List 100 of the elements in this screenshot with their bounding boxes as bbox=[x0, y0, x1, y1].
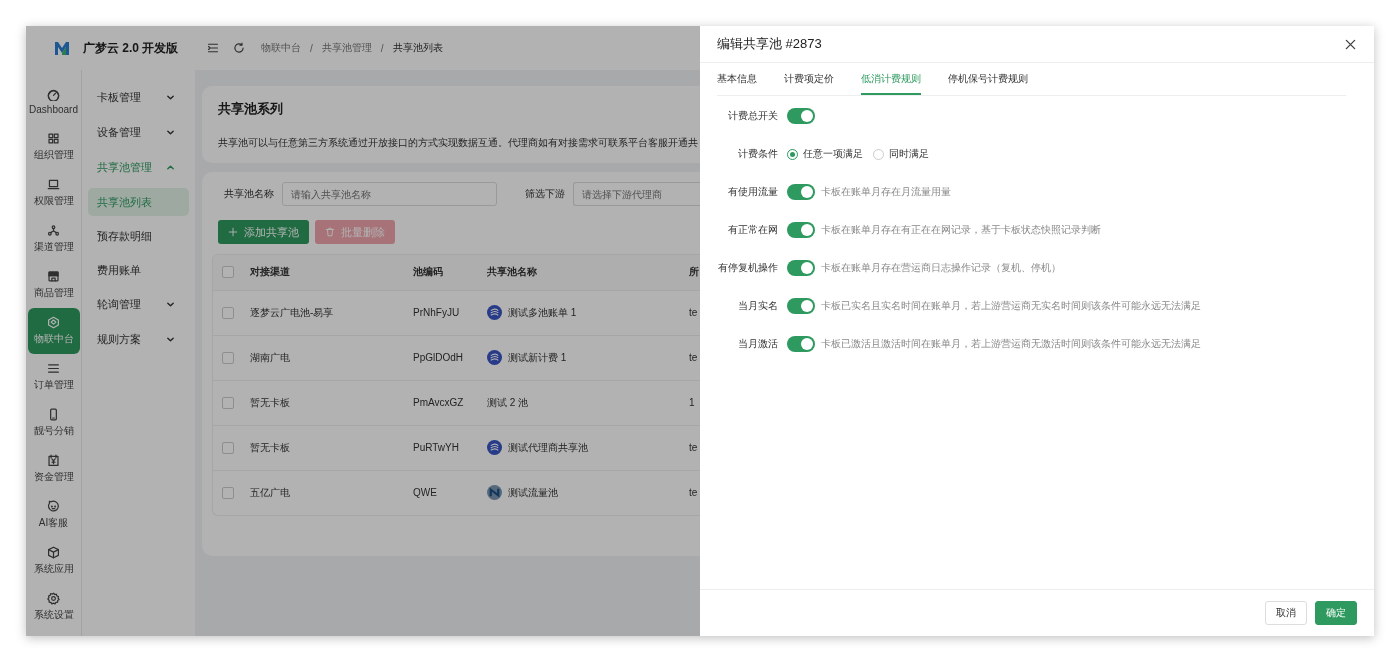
nav-item[interactable]: 渠道管理 bbox=[27, 216, 80, 262]
table-cell: te bbox=[689, 307, 698, 318]
nav-item[interactable]: 权限管理 bbox=[27, 170, 80, 216]
hint-text: 卡板在账单月存在营运商日志操作记录（复机、停机） bbox=[821, 261, 1061, 275]
store-icon bbox=[47, 270, 60, 283]
chevron-icon bbox=[166, 335, 175, 344]
phone-icon bbox=[47, 408, 60, 421]
table-cell: 测试流量池 bbox=[508, 485, 558, 500]
checkbox[interactable] bbox=[222, 441, 234, 454]
toggle-switch[interactable] bbox=[787, 108, 815, 124]
chevron-icon bbox=[166, 300, 175, 309]
option-label[interactable]: 任意一项满足 bbox=[803, 147, 863, 161]
menu-item[interactable]: 预存款明细 bbox=[88, 222, 189, 250]
table-cell: 测试 2 池 bbox=[487, 395, 529, 410]
field-label: 有使用流量 bbox=[727, 185, 778, 199]
bot-icon bbox=[47, 500, 60, 513]
toggle-switch[interactable] bbox=[787, 298, 815, 314]
chevron-icon bbox=[166, 163, 175, 172]
checkbox[interactable] bbox=[222, 486, 234, 499]
hint-text: 卡板在账单月存在月流量用量 bbox=[821, 185, 951, 199]
checkbox[interactable] bbox=[222, 351, 234, 364]
toggle-switch[interactable] bbox=[787, 184, 815, 200]
table-cell: te bbox=[689, 442, 698, 453]
cube-icon bbox=[47, 316, 60, 329]
toggle-switch[interactable] bbox=[787, 260, 815, 276]
confirm-button[interactable]: 确定 bbox=[1315, 601, 1357, 625]
toggle-switch[interactable] bbox=[787, 222, 815, 238]
menu-group[interactable]: 轮询管理 bbox=[88, 287, 189, 322]
hint-text: 卡板已实名且实名时间在账单月，若上游营运商无实名时间则该条件可能永远无法满足 bbox=[821, 299, 1201, 313]
field-label: 计费条件 bbox=[737, 147, 778, 161]
table-cell: 五亿广电 bbox=[250, 486, 290, 498]
tab[interactable]: 基本信息 bbox=[717, 63, 757, 95]
nav-item[interactable]: 靓号分销 bbox=[27, 400, 80, 446]
search-field[interactable]: 请输入共享池名称 bbox=[282, 182, 497, 206]
column-header: 对接渠道 bbox=[249, 255, 412, 290]
app-title: 广梦云 2.0 开发版 bbox=[83, 39, 179, 57]
table-cell: 测试新计费 1 bbox=[508, 350, 567, 365]
nav-item[interactable]: 系统设置 bbox=[27, 584, 80, 630]
refresh-icon bbox=[233, 42, 245, 54]
table-cell: te bbox=[689, 487, 698, 499]
field-label: 当月实名 bbox=[737, 299, 778, 313]
nav-item[interactable]: 商品管理 bbox=[27, 262, 80, 308]
nav-item[interactable]: AI客服 bbox=[27, 492, 80, 538]
nav-item[interactable]: 系统应用 bbox=[27, 538, 80, 584]
grid-icon bbox=[47, 132, 60, 145]
table-cell: PmAvcxGZ bbox=[413, 397, 464, 408]
drawer-title: 编辑共享池 #2873 bbox=[717, 35, 822, 53]
table-cell: PuRTwYH bbox=[413, 442, 459, 453]
table-cell: te bbox=[689, 352, 698, 363]
breadcrumb-link[interactable]: 物联中台 bbox=[261, 41, 301, 55]
table-cell: PpGlDOdH bbox=[413, 352, 463, 363]
tab[interactable]: 计费项定价 bbox=[784, 63, 834, 95]
chevron-icon bbox=[166, 93, 175, 102]
tab[interactable]: 低消计费规则 bbox=[861, 63, 921, 95]
table-cell: 湖南广电 bbox=[250, 351, 290, 363]
select-field[interactable]: 请选择下游代理商 bbox=[573, 182, 700, 206]
hint-text: 卡板在账单月存在有正在在网记录，基于卡板状态快照记录判断 bbox=[821, 223, 1101, 237]
checkbox[interactable] bbox=[222, 306, 234, 319]
hint-text: 卡板已激活且激活时间在账单月，若上游营运商无激活时间则该条件可能永远无法满足 bbox=[821, 337, 1201, 351]
section-title: 共享池系列 bbox=[218, 100, 284, 118]
column-header: 共享池名称 bbox=[486, 255, 688, 290]
menu-group[interactable]: 规则方案 bbox=[88, 322, 189, 357]
menu-group[interactable]: 卡板管理 bbox=[88, 80, 189, 115]
cancel-button[interactable]: 取消 bbox=[1265, 601, 1307, 625]
tab[interactable]: 停机保号计费规则 bbox=[948, 63, 1028, 95]
column-header: 所 bbox=[688, 255, 700, 290]
nav-item[interactable]: 资金管理 bbox=[27, 446, 80, 492]
description-text: 共享池可以与任意第三方系统通过开放接口的方式实现数据互通。代理商如有对接需求可联系平台客服开通共 bbox=[218, 136, 699, 150]
logo-icon bbox=[487, 485, 502, 501]
table-cell: 暂无卡板 bbox=[250, 441, 290, 453]
menu-item[interactable]: 费用账单 bbox=[88, 256, 189, 284]
gauge-icon bbox=[47, 87, 60, 101]
field-label: 有停复机操作 bbox=[717, 261, 778, 275]
table-cell: 测试多池账单 1 bbox=[508, 305, 577, 320]
table-cell: 逐梦云广电池-易享 bbox=[250, 306, 334, 318]
breadcrumb-separator: / bbox=[310, 42, 313, 54]
nav-item[interactable]: Dashboard bbox=[27, 78, 80, 124]
plus-icon bbox=[228, 227, 238, 237]
checkbox[interactable] bbox=[222, 396, 234, 409]
checkbox[interactable] bbox=[222, 266, 234, 279]
option-label[interactable]: 同时满足 bbox=[889, 147, 929, 161]
logo-icon bbox=[487, 350, 502, 365]
breadcrumb-link[interactable]: 共享池管理 bbox=[321, 41, 372, 55]
table-cell: 测试代理商共享池 bbox=[508, 440, 588, 455]
menu-group[interactable]: 设备管理 bbox=[88, 115, 189, 150]
breadcrumb-link[interactable]: 共享池列表 bbox=[392, 41, 443, 55]
field-label: 当月激活 bbox=[737, 337, 778, 351]
settings-icon bbox=[47, 592, 60, 605]
breadcrumb-separator: / bbox=[380, 42, 384, 54]
list-icon bbox=[47, 362, 60, 375]
nav-item[interactable]: 订单管理 bbox=[27, 354, 80, 400]
table-cell: PrNhFyJU bbox=[413, 307, 460, 318]
field-label: 计费总开关 bbox=[727, 109, 778, 123]
nodes-icon bbox=[47, 224, 60, 237]
calendar-icon bbox=[47, 454, 60, 467]
logo-icon bbox=[55, 41, 69, 55]
table-cell: 暂无卡板 bbox=[250, 396, 290, 408]
box-icon bbox=[47, 546, 60, 559]
toggle-switch[interactable] bbox=[787, 336, 815, 352]
nav-item[interactable]: 组织管理 bbox=[27, 124, 80, 170]
